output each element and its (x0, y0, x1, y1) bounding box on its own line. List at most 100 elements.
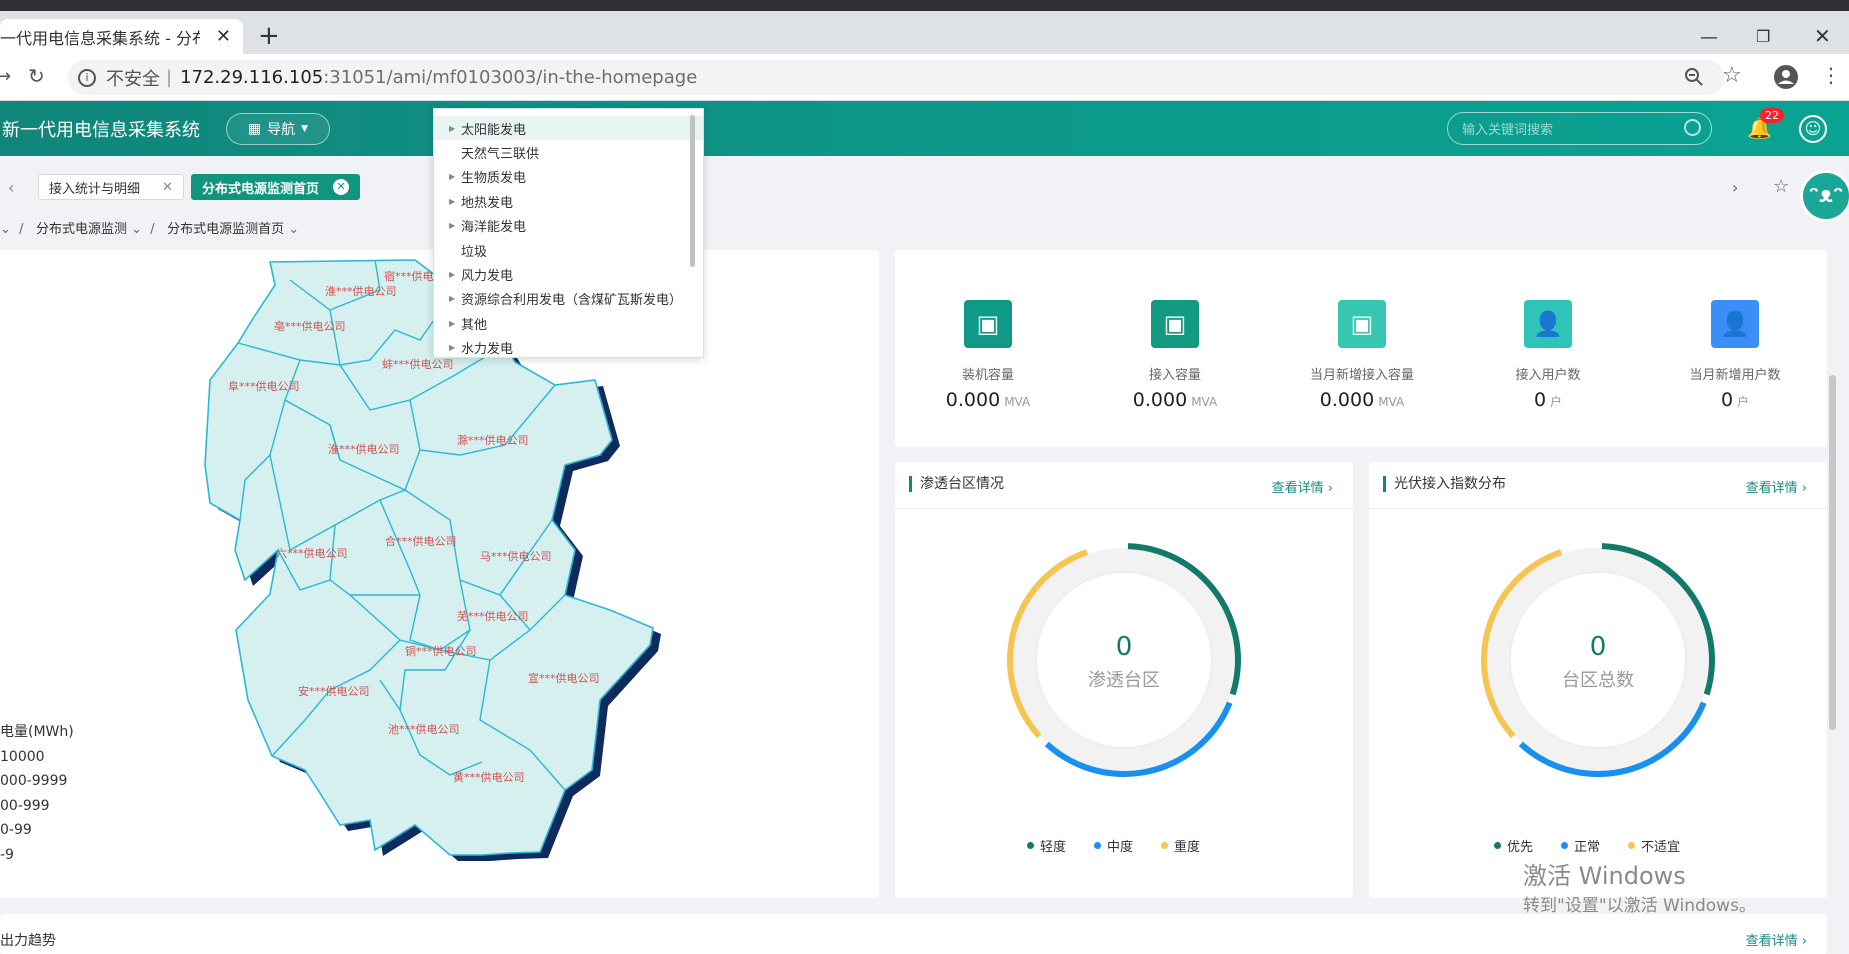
zoom-out-icon[interactable] (1684, 67, 1704, 87)
url-host: 172.29.116.105 (180, 67, 324, 88)
dropdown-item[interactable]: ▶ 地热发电 (434, 189, 703, 213)
stat-unit: MVA (1004, 395, 1031, 409)
map-region-label[interactable]: 蚌***供电公司 (382, 357, 454, 371)
window-close-icon[interactable]: ✕ (1814, 24, 1831, 48)
map-region-label[interactable]: 亳***供电公司 (274, 319, 346, 333)
stat-access-capacity: ▣ 接入容量 0.000 MVA (1105, 300, 1245, 411)
stat-label: 接入用户数 (1515, 368, 1581, 383)
pv-index-donut: 0 台区总数 (1481, 543, 1715, 777)
page-tab-access-stats[interactable]: 接入统计与明细 ✕ (38, 174, 184, 200)
legend-item[interactable]: 重度 (1161, 836, 1200, 855)
dropdown-item[interactable]: 垃圾 (434, 238, 703, 262)
stat-unit: MVA (1191, 395, 1218, 409)
capacity-icon: ▣ (1151, 300, 1199, 348)
tabs-next-icon[interactable]: › (1732, 178, 1738, 197)
watermark-line: 转到"设置"以激活 Windows。 (1523, 896, 1756, 916)
dropdown-item[interactable]: ▶ 海洋能发电 (434, 214, 703, 238)
mascot-icon[interactable]: ᵔᴥᵔ (1800, 170, 1849, 222)
reload-icon[interactable]: ↻ (28, 64, 45, 88)
panel-title: 渗透台区情况 (909, 476, 1004, 492)
map-region-label[interactable]: 芜***供电公司 (457, 609, 529, 623)
legend-item[interactable]: 轻度 (1027, 836, 1066, 855)
divider (1369, 508, 1827, 509)
stat-value: 0 (1720, 389, 1734, 411)
close-tab-icon[interactable]: ✕ (216, 26, 231, 47)
dropdown-item[interactable]: ▶ 其他 (434, 311, 703, 335)
favorite-star-icon[interactable]: ☆ (1773, 176, 1789, 197)
legend-item[interactable]: 优先 (1494, 836, 1533, 855)
dropdown-item[interactable]: ▶ 资源综合利用发电（含煤矿瓦斯发电） (434, 287, 703, 311)
donut-legend: 优先 正常 不适宜 (1494, 836, 1680, 855)
map-region-label[interactable]: 滁***供电公司 (457, 433, 529, 447)
os-top-strip (0, 0, 1849, 11)
legend-item[interactable]: 中度 (1094, 836, 1133, 855)
dropdown-scrollbar[interactable] (690, 115, 695, 267)
info-icon[interactable]: i (78, 68, 96, 87)
page-tab-monitor-home[interactable]: 分布式电源监测首页 ✕ (191, 174, 361, 200)
map-region-label[interactable]: 合***供电公司 (385, 534, 457, 548)
view-details-link[interactable]: 查看详情 › (1272, 477, 1333, 496)
breadcrumb-item[interactable]: 分布式电源监测 (36, 222, 127, 237)
donut-label: 台区总数 (1562, 670, 1634, 691)
profile-icon[interactable] (1773, 64, 1799, 90)
map-region-label[interactable]: 安***供电公司 (298, 684, 370, 698)
divider (895, 508, 1353, 509)
map-region-label[interactable]: 淮***供电公司 (325, 284, 397, 298)
pv-index-panel: 光伏接入指数分布 查看详情 › 0 台区总数 优先 正常 不适宜 (1369, 462, 1827, 898)
dropdown-item[interactable]: ▶ 风力发电 (434, 262, 703, 286)
map-legend-range: 00-999 (0, 797, 50, 814)
url-field[interactable]: i 不安全 | 172.29.116.105 :31051/ami/mf0103… (68, 60, 1724, 95)
map-region-label[interactable]: 宣***供电公司 (528, 671, 600, 685)
legend-item[interactable]: 不适宜 (1628, 836, 1680, 855)
page-tabs: ‹ 接入统计与明细 ✕ 分布式电源监测首页 ✕ › ☆ (0, 174, 1849, 204)
penetration-donut: 0 渗透台区 (1007, 543, 1241, 777)
page-scrollbar[interactable] (1829, 375, 1836, 730)
stat-unit: MVA (1378, 395, 1405, 409)
nav-label: 导航 (267, 122, 296, 138)
stat-unit: 户 (1550, 395, 1563, 409)
stat-value: 0.000 (1132, 389, 1188, 411)
map-legend-range: 10000 (0, 748, 45, 765)
search-icon[interactable] (1684, 119, 1701, 136)
stat-label: 当月新增用户数 (1689, 368, 1781, 383)
minimize-icon[interactable]: — (1700, 27, 1718, 48)
penetration-panel: 渗透台区情况 查看详情 › 0 渗透台区 轻度 中度 重度 (895, 462, 1353, 898)
search-placeholder: 输入关键词搜索 (1462, 123, 1554, 138)
nav-button[interactable]: ▦ 导航 ▼ (226, 113, 330, 145)
view-details-link[interactable]: 查看详情 › (1746, 930, 1807, 949)
bookmark-star-icon[interactable]: ☆ (1722, 63, 1742, 88)
user-avatar-icon[interactable]: ☺ (1799, 115, 1827, 143)
windows-activation-watermark: 激活 Windows 转到"设置"以激活 Windows。 (1523, 856, 1756, 916)
stats-panel: ▣ 装机容量 0.000 MVA ▣ 接入容量 0.000 MVA ▣ 当月新增接入… (895, 250, 1827, 447)
address-bar: → ↻ i 不安全 | 172.29.116.105 :31051/ami/mf… (0, 54, 1849, 101)
close-icon[interactable]: ✕ (162, 180, 173, 195)
dropdown-item[interactable]: ▶ 生物质发电 (434, 165, 703, 189)
map-legend-range: 000-9999 (0, 773, 68, 789)
map-region-label[interactable]: 铜***供电公司 (405, 644, 477, 658)
menu-dots-icon[interactable]: ⋮ (1821, 63, 1841, 87)
map-region-label[interactable]: 池***供电公司 (388, 722, 460, 736)
forward-icon[interactable]: → (0, 66, 11, 87)
stat-monthly-new-capacity: ▣ 当月新增接入容量 0.000 MVA (1292, 300, 1432, 411)
dropdown-item[interactable]: ▶ 太阳能发电 (434, 116, 703, 141)
search-input[interactable]: 输入关键词搜索 (1447, 112, 1712, 145)
stat-monthly-new-users: 👤 当月新增用户数 0户 (1665, 300, 1805, 411)
view-details-link[interactable]: 查看详情 › (1746, 477, 1807, 496)
restore-icon[interactable]: ❐ (1756, 27, 1770, 46)
dropdown-item[interactable]: ▶ 水力发电 (434, 336, 703, 357)
legend-item[interactable]: 正常 (1561, 836, 1600, 855)
browser-tab[interactable]: 一代用电信息采集系统 - 分布式 ✕ (0, 19, 243, 54)
breadcrumb-item[interactable]: 分布式电源监测首页 (167, 222, 284, 237)
map-region-label[interactable]: 淮***供电公司 (328, 442, 400, 456)
map-region-label[interactable]: 黄***供电公司 (453, 770, 525, 784)
map-legend-title: 电量(MWh) (0, 724, 74, 740)
close-icon[interactable]: ✕ (333, 179, 350, 195)
map-region-label[interactable]: 马***供电公司 (480, 549, 552, 563)
app-title: 新一代用电信息采集系统 (2, 120, 200, 141)
donut-legend: 轻度 中度 重度 (1027, 836, 1200, 855)
new-tab-icon[interactable]: + (258, 23, 280, 49)
tabs-prev-icon[interactable]: ‹ (8, 178, 14, 197)
map-region-label[interactable]: 阜***供电公司 (228, 379, 300, 393)
map-region-label[interactable]: 六***供电公司 (276, 546, 348, 560)
dropdown-item[interactable]: 天然气三联供 (434, 140, 703, 164)
